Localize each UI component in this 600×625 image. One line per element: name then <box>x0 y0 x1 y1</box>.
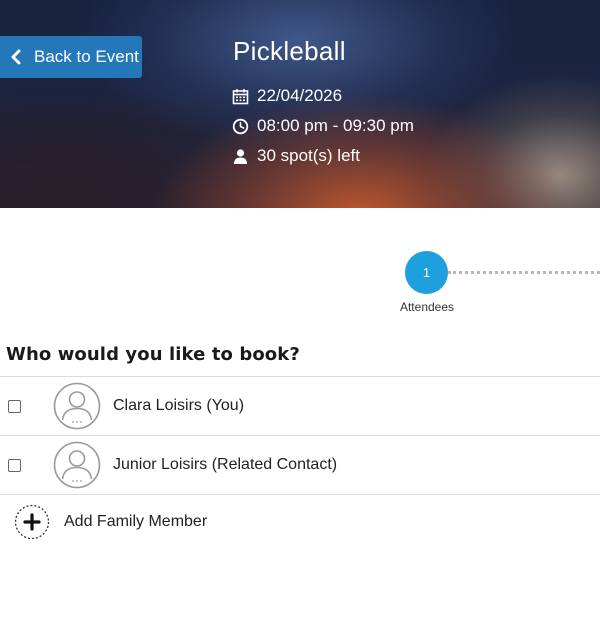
step-1-label: Attendees <box>399 300 455 314</box>
attendee-checkbox[interactable] <box>8 399 21 413</box>
step-number: 1 <box>422 265 431 280</box>
add-family-member-label: Add Family Member <box>64 513 208 530</box>
event-spots-text: 30 spot(s) left <box>257 146 360 165</box>
back-button-label: Back to Event <box>34 47 139 66</box>
attendee-row[interactable]: Junior Loisirs (Related Contact) <box>0 435 600 495</box>
plus-icon[interactable] <box>14 504 50 540</box>
event-date: 22/04/2026 <box>232 86 342 106</box>
clock-icon <box>232 118 249 134</box>
event-title: Pickleball <box>233 36 346 66</box>
booking-question: Who would you like to book? <box>6 344 300 365</box>
attendee-checkbox[interactable] <box>8 458 21 472</box>
avatar-icon <box>53 441 101 489</box>
back-to-event-button[interactable]: Back to Event <box>0 36 142 78</box>
event-time-text: 08:00 pm - 09:30 pm <box>257 116 414 135</box>
attendee-row[interactable]: Clara Loisirs (You) <box>0 376 600 435</box>
attendee-name: Junior Loisirs (Related Contact) <box>113 456 338 473</box>
attendee-name: Clara Loisirs (You) <box>113 397 245 414</box>
event-time: 08:00 pm - 09:30 pm <box>232 116 414 136</box>
step-1-indicator: 1 <box>405 251 448 294</box>
chevron-left-icon <box>11 49 21 65</box>
stepper-connector <box>448 271 600 274</box>
calendar-icon <box>232 88 249 104</box>
add-family-member-button[interactable]: Add Family Member <box>0 496 600 548</box>
event-header: Back to Event Pickleball 22/04/2026 08:0… <box>0 0 600 208</box>
event-date-text: 22/04/2026 <box>257 86 343 105</box>
event-spots: 30 spot(s) left <box>232 146 360 166</box>
user-icon <box>234 148 247 164</box>
avatar-icon <box>53 382 101 430</box>
